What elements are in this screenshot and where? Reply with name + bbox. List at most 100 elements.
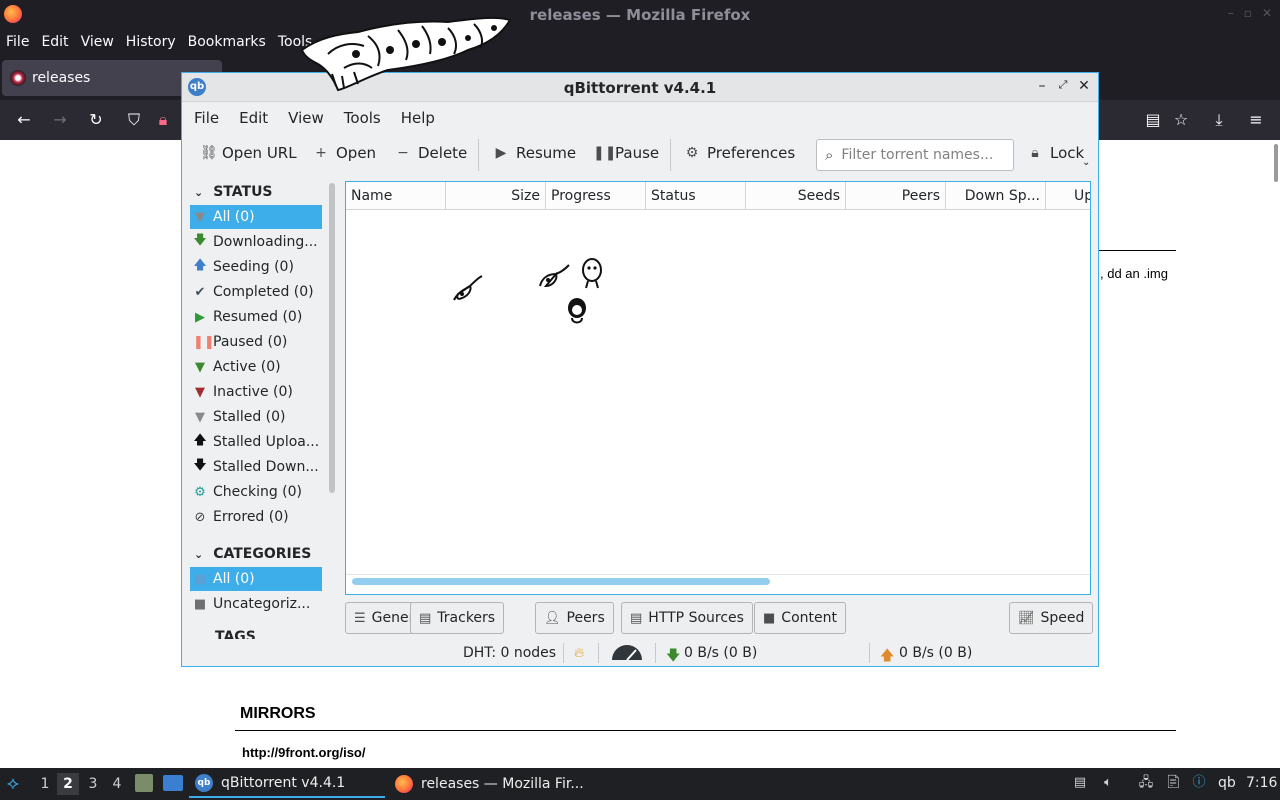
status-filter-item[interactable]: ✔ Completed (0): [190, 280, 322, 304]
bookmark-star-icon[interactable]: ☆: [1171, 110, 1191, 130]
back-arrow-icon[interactable]: ←: [14, 110, 34, 130]
volume-icon[interactable]: 🔈︎: [1100, 775, 1116, 791]
filter-torrents-field[interactable]: ⌕: [816, 139, 1014, 171]
status-filter-item[interactable]: ▼ Active (0): [190, 355, 322, 379]
status-filter-item[interactable]: 🡇 Stalled Down...: [190, 455, 322, 479]
workspace-3[interactable]: 3: [82, 773, 104, 795]
status-filter-item[interactable]: ⚙ Checking (0): [190, 480, 322, 504]
clock[interactable]: 7:16: [1246, 775, 1277, 791]
maximize-icon[interactable]: ⤢: [1055, 78, 1071, 92]
status-filter-item[interactable]: 🡇 Downloading...: [190, 230, 322, 254]
menu-view[interactable]: View: [81, 34, 120, 50]
status-filter-label: Completed (0): [213, 284, 314, 300]
restore-icon[interactable]: ▫: [1244, 6, 1252, 20]
download-arrow-icon: 🡇: [666, 648, 681, 664]
status-separator: [655, 643, 656, 663]
upload-speed[interactable]: 0 B/s (0 B): [899, 645, 972, 661]
column-header-status[interactable]: Status: [646, 182, 746, 210]
notification-icon[interactable]: ⓘ: [1191, 775, 1207, 791]
lock-button[interactable]: 🔒︎ Lock: [1028, 144, 1084, 162]
menu-bookmarks[interactable]: Bookmarks: [188, 34, 272, 50]
reader-view-icon[interactable]: ▤: [1143, 110, 1163, 130]
minimize-icon[interactable]: –: [1034, 78, 1050, 94]
status-filter-item[interactable]: ▼ Stalled (0): [190, 405, 322, 429]
column-header-seeds[interactable]: Seeds: [746, 182, 846, 210]
status-filter-item[interactable]: ⊘ Errored (0): [190, 505, 322, 529]
notes-icon[interactable]: 📄︎: [1165, 775, 1182, 791]
menu-history[interactable]: History: [126, 34, 182, 50]
horizontal-scrollbar[interactable]: [352, 578, 770, 585]
status-filter-item[interactable]: ▶ Resumed (0): [190, 305, 322, 329]
menu-file[interactable]: File: [194, 109, 219, 127]
workspace-2[interactable]: 2: [57, 773, 79, 795]
column-header-name[interactable]: Name: [346, 182, 446, 210]
category-filter-item[interactable]: ■ All (0): [190, 567, 322, 591]
taskbar-item-firefox[interactable]: releases — Mozilla Fir...: [389, 770, 589, 798]
status-filter-item[interactable]: 🡅 Stalled Uploa...: [190, 430, 322, 454]
taskbar-item-qbittorrent[interactable]: qb qBittorrent v4.4.1: [189, 770, 385, 798]
column-header-size[interactable]: Size: [446, 182, 546, 210]
lock-icon[interactable]: 🔒︎: [153, 110, 173, 130]
speed-tab-button[interactable]: 📈︎ Speed: [1009, 602, 1094, 634]
tab-title: releases: [32, 70, 91, 86]
qbittorrent-window: qb qBittorrent v4.4.1 – ⤢ ✕ File Edit Vi…: [181, 72, 1099, 667]
menu-edit[interactable]: Edit: [41, 34, 74, 50]
categories-section-header[interactable]: ⌄ CATEGORIES: [190, 543, 311, 565]
status-filter-item[interactable]: ❚❚ Paused (0): [190, 330, 322, 354]
status-filter-item[interactable]: 🡅 Seeding (0): [190, 255, 322, 279]
workspace-4[interactable]: 4: [106, 773, 128, 795]
filter-torrents-input[interactable]: [841, 147, 997, 163]
shield-icon[interactable]: ⛉: [124, 110, 144, 130]
mirror-link[interactable]: http://9front.org/iso/: [242, 745, 365, 760]
qbittorrent-logo-icon: qb: [195, 774, 213, 792]
open-url-button[interactable]: ⛓ Open URL: [200, 144, 297, 162]
column-header-progress[interactable]: Progress: [546, 182, 646, 210]
status-filter-item[interactable]: ▼ Inactive (0): [190, 380, 322, 404]
preferences-button[interactable]: ⚙ Preferences: [685, 144, 796, 162]
trackers-tab-button[interactable]: ▤ Trackers: [410, 602, 505, 634]
menu-edit[interactable]: Edit: [239, 109, 268, 127]
download-speed[interactable]: 0 B/s (0 B): [684, 645, 757, 661]
clipboard-icon[interactable]: ▤: [1072, 775, 1088, 791]
status-separator: [869, 643, 870, 663]
peers-tab-button[interactable]: 👤︎ Peers: [535, 602, 614, 634]
toolbar-extension-chevron-icon[interactable]: ⌄: [1082, 157, 1090, 168]
content-tab-button[interactable]: ■ Content: [754, 602, 846, 634]
file-manager-icon[interactable]: [135, 774, 153, 792]
menu-view[interactable]: View: [288, 109, 324, 127]
resume-button[interactable]: ▶ Resume: [494, 144, 577, 162]
taskbar-item-label: qBittorrent v4.4.1: [221, 775, 346, 791]
network-icon[interactable]: 🖧︎: [1138, 775, 1154, 791]
sidebar-scrollbar[interactable]: [329, 183, 335, 493]
downloads-icon[interactable]: ⤓: [1209, 110, 1229, 130]
minimize-icon[interactable]: –: [1228, 6, 1234, 20]
page-scrollbar[interactable]: [1274, 144, 1278, 182]
app-launcher-icon[interactable]: ⟡: [7, 773, 19, 794]
menu-help[interactable]: Help: [401, 109, 435, 127]
http-sources-tab-button[interactable]: ▤ HTTP Sources: [621, 602, 753, 634]
qbittorrent-tray-icon[interactable]: qb: [1218, 775, 1236, 791]
reload-icon[interactable]: ↻: [86, 110, 106, 130]
column-header-peers[interactable]: Peers: [846, 182, 946, 210]
delete-button[interactable]: − Delete: [396, 144, 467, 162]
tags-section-header[interactable]: TAGS: [190, 629, 256, 639]
pause-button[interactable]: ❚❚ Pause: [593, 144, 659, 162]
forward-arrow-icon[interactable]: →: [50, 110, 70, 130]
connection-status-icon[interactable]: 🔥︎: [574, 645, 584, 661]
status-filter-item[interactable]: ▼ All (0): [190, 205, 322, 229]
torrent-list[interactable]: Name Size Progress Status Seeds Peers Do…: [345, 181, 1091, 595]
category-filter-item[interactable]: ■ Uncategoriz...: [190, 592, 322, 616]
close-icon[interactable]: ✕: [1076, 78, 1092, 94]
menu-file[interactable]: File: [6, 34, 35, 50]
status-section-header[interactable]: ⌄ STATUS: [190, 181, 273, 203]
hamburger-menu-icon[interactable]: ≡: [1246, 110, 1266, 130]
speed-limit-gauge-icon[interactable]: [610, 645, 644, 661]
open-button[interactable]: + Open: [314, 144, 376, 162]
column-header-up-speed[interactable]: Up: [1046, 182, 1090, 210]
close-icon[interactable]: ✕: [1262, 6, 1272, 20]
workspace-1[interactable]: 1: [34, 773, 56, 795]
menu-tools[interactable]: Tools: [344, 109, 381, 127]
firefox-menubar: File Edit View History Bookmarks Tools: [0, 28, 1280, 55]
show-desktop-icon[interactable]: [163, 775, 183, 791]
column-header-down-speed[interactable]: Down Sp...: [946, 182, 1046, 210]
